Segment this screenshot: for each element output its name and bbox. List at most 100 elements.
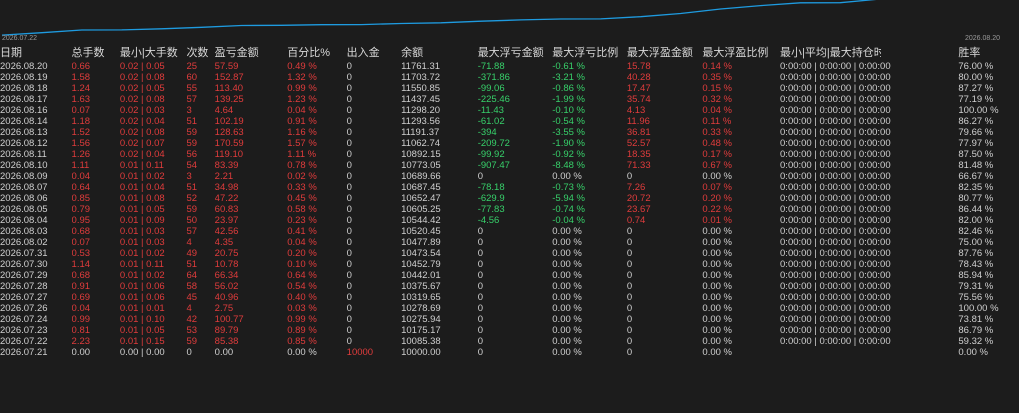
table-row[interactable]: 2026.08.05 0.79 0.01 | 0.05 59 60.83 0.58 % 0 1… [0, 204, 1019, 215]
cell-min-max-lots: 0.02 | 0.04 [119, 149, 165, 160]
table-row[interactable]: 2026.07.21 0.00 0.00 | 0.00 0 0.00 0.00 % 1000… [0, 347, 1019, 358]
table-row[interactable]: 2026.07.22 2.23 0.01 | 0.15 59 85.38 0.85 % 0 1… [0, 336, 1019, 347]
cell-percent: 1.11 % [287, 149, 317, 160]
cell-max-float-loss-pct: -8.48 % [552, 160, 586, 171]
table-row[interactable]: 2026.07.27 0.69 0.01 | 0.06 45 40.96 0.40 % 0 1… [0, 292, 1019, 303]
cell-min-max-lots: 0.01 | 0.03 [119, 226, 165, 237]
cell-max-float-profit: 0 [626, 237, 633, 248]
table-row[interactable]: 2026.08.20 0.66 0.02 | 0.05 25 57.59 0.49 % 0 1… [0, 61, 1019, 72]
cell-trades: 45 [186, 292, 198, 303]
table-row[interactable]: 2026.07.26 0.04 0.01 | 0.01 4 2.75 0.03 % 0 102… [0, 303, 1019, 314]
header-deposit-withdraw[interactable]: 出入金 [347, 46, 401, 61]
cell-balance: 10278.69 [401, 303, 441, 314]
cell-date: 2026.08.11 [0, 149, 47, 160]
table-row[interactable]: 2026.08.14 1.18 0.02 | 0.04 51 102.19 0.91 % 0… [0, 116, 1019, 127]
cell-balance: 10442.01 [401, 270, 441, 281]
cell-total-lots: 0.04 [71, 171, 91, 182]
table-row[interactable]: 2026.08.11 1.26 0.02 | 0.04 56 119.10 1.11 % 0… [0, 149, 1019, 160]
header-max-float-profit-pct[interactable]: 最大浮盈比例 [702, 46, 780, 61]
header-pnl[interactable]: 盈亏金额 [215, 46, 288, 61]
cell-max-float-loss: -99.92 [477, 149, 505, 160]
table-row[interactable]: 2026.08.10 1.11 0.01 | 0.11 54 83.39 0.78 % 0 1… [0, 160, 1019, 171]
cell-win-rate: 86.44 % [958, 204, 994, 215]
cell-min-max-lots: 0.01 | 0.15 [119, 336, 165, 347]
cell-max-float-profit-pct: 0.00 % [702, 237, 732, 248]
cell-min-max-lots: 0.02 | 0.04 [119, 116, 165, 127]
cell-percent: 0.20 % [287, 248, 317, 259]
table-row[interactable]: 2026.07.31 0.53 0.01 | 0.02 49 20.75 0.20 % 0 1… [0, 248, 1019, 259]
cell-trades: 49 [186, 248, 198, 259]
table-row[interactable]: 2026.08.06 0.85 0.01 | 0.08 52 47.22 0.45 % 0 1… [0, 193, 1019, 204]
table-row[interactable]: 2026.08.13 1.52 0.02 | 0.08 59 128.63 1.16 % 0… [0, 127, 1019, 138]
cell-pnl: 66.34 [214, 270, 239, 281]
cell-max-float-loss-pct: 0.00 % [552, 237, 582, 248]
cell-max-float-profit-pct: 0.22 % [702, 204, 732, 215]
cell-hold-time [780, 347, 958, 358]
cell-max-float-profit: 20.72 [626, 193, 651, 204]
table-row[interactable]: 2026.08.04 0.95 0.01 | 0.09 50 23.97 0.23 % 0 1… [0, 215, 1019, 226]
table-row[interactable]: 2026.08.12 1.56 0.02 | 0.07 59 170.59 1.57 % 0… [0, 138, 1019, 149]
table-row[interactable]: 2026.08.17 1.63 0.02 | 0.08 57 139.25 1.23 % 0… [0, 94, 1019, 105]
cell-min-max-lots: 0.01 | 0.04 [119, 182, 165, 193]
cell-max-float-profit: 17.47 [626, 83, 651, 94]
cell-deposit-withdraw: 0 [346, 61, 352, 72]
table-row[interactable]: 2026.08.03 0.68 0.01 | 0.03 57 42.56 0.41 % 0 1… [0, 226, 1019, 237]
table-row[interactable]: 2026.07.24 0.99 0.01 | 0.10 42 100.77 0.99 % 0… [0, 314, 1019, 325]
cell-max-float-profit-pct: 0.00 % [702, 259, 732, 270]
cell-win-rate: 87.27 % [958, 83, 994, 94]
cell-hold-time: 0:00:00 | 0:00:00 | 0:00:00 [780, 94, 891, 105]
cell-pnl: 56.02 [214, 281, 239, 292]
cell-max-float-profit: 0 [626, 281, 633, 292]
cell-pnl: 20.75 [214, 248, 239, 259]
header-balance[interactable]: 余额 [401, 46, 478, 61]
cell-pnl: 47.22 [214, 193, 239, 204]
table-row[interactable]: 2026.07.30 1.14 0.01 | 0.11 51 10.78 0.10 % 0 1… [0, 259, 1019, 270]
table-row[interactable]: 2026.07.23 0.81 0.01 | 0.05 53 89.79 0.89 % 0 1… [0, 325, 1019, 336]
header-min-max-lots[interactable]: 最小|大手数 [120, 46, 187, 61]
cell-max-float-loss-pct: -1.99 % [552, 94, 586, 105]
cell-max-float-loss: -77.83 [477, 204, 505, 215]
table-row[interactable]: 2026.07.29 0.68 0.01 | 0.02 64 66.34 0.64 % 0 1… [0, 270, 1019, 281]
cell-deposit-withdraw: 0 [346, 226, 352, 237]
cell-max-float-profit: 0 [626, 314, 633, 325]
cell-balance: 10275.94 [401, 314, 441, 325]
cell-min-max-lots: 0.02 | 0.05 [119, 61, 165, 72]
table-row[interactable]: 2026.08.18 1.24 0.02 | 0.05 55 113.40 0.99 % 0… [0, 83, 1019, 94]
header-max-float-profit[interactable]: 最大浮盈金额 [627, 46, 703, 61]
cell-max-float-loss: -71.88 [477, 61, 505, 72]
cell-max-float-profit-pct: 0.00 % [702, 281, 732, 292]
header-max-float-loss[interactable]: 最大浮亏金额 [478, 46, 553, 61]
cell-trades: 3 [186, 171, 192, 182]
cell-hold-time: 0:00:00 | 0:00:00 | 0:00:00 [780, 149, 891, 160]
header-max-float-loss-pct[interactable]: 最大浮亏比例 [552, 46, 627, 61]
cell-pnl: 83.39 [214, 160, 239, 171]
table-row[interactable]: 2026.08.19 1.58 0.02 | 0.08 60 152.87 1.32 % 0… [0, 72, 1019, 83]
cell-max-float-profit: 40.28 [626, 72, 651, 83]
header-trades[interactable]: 次数 [186, 46, 214, 61]
header-hold-time[interactable]: 最小|平均|最大持仓时间 [780, 46, 881, 61]
table-row[interactable]: 2026.08.02 0.07 0.01 | 0.03 4 4.35 0.04 % 0 104… [0, 237, 1019, 248]
cell-date: 2026.08.14 [0, 116, 48, 127]
cell-percent: 0.99 % [287, 314, 317, 325]
cell-total-lots: 0.68 [71, 226, 91, 237]
cell-hold-time: 0:00:00 | 0:00:00 | 0:00:00 [780, 292, 891, 303]
header-percent[interactable]: 百分比% [287, 46, 346, 61]
header-hold-time-extra[interactable] [881, 46, 959, 61]
cell-max-float-profit: 23.67 [626, 204, 651, 215]
header-win-rate[interactable]: 胜率 [958, 46, 1019, 61]
table-row[interactable]: 2026.07.28 0.91 0.01 | 0.06 58 56.02 0.54 % 0 1… [0, 281, 1019, 292]
cell-trades: 52 [186, 193, 198, 204]
table-row[interactable]: 2026.08.07 0.64 0.01 | 0.04 51 34.98 0.33 % 0 1… [0, 182, 1019, 193]
cell-min-max-lots: 0.01 | 0.02 [119, 270, 165, 281]
cell-max-float-profit: 0 [626, 171, 633, 182]
cell-win-rate: 59.32 % [958, 336, 994, 347]
cell-win-rate: 86.79 % [958, 325, 994, 336]
table-row[interactable]: 2026.08.16 0.07 0.02 | 0.03 3 4.64 0.04 % 0 112… [0, 105, 1019, 116]
header-total-lots[interactable]: 总手数 [72, 46, 120, 61]
chart-end-date: 2026.08.20 [964, 35, 1000, 42]
cell-hold-time: 0:00:00 | 0:00:00 | 0:00:00 [780, 127, 891, 138]
header-date[interactable]: 日期 [0, 46, 72, 61]
cell-pnl: 4.64 [214, 105, 234, 116]
cell-total-lots: 0.53 [71, 248, 91, 259]
table-row[interactable]: 2026.08.09 0.04 0.01 | 0.02 3 2.21 0.02 % 0 106… [0, 171, 1019, 182]
